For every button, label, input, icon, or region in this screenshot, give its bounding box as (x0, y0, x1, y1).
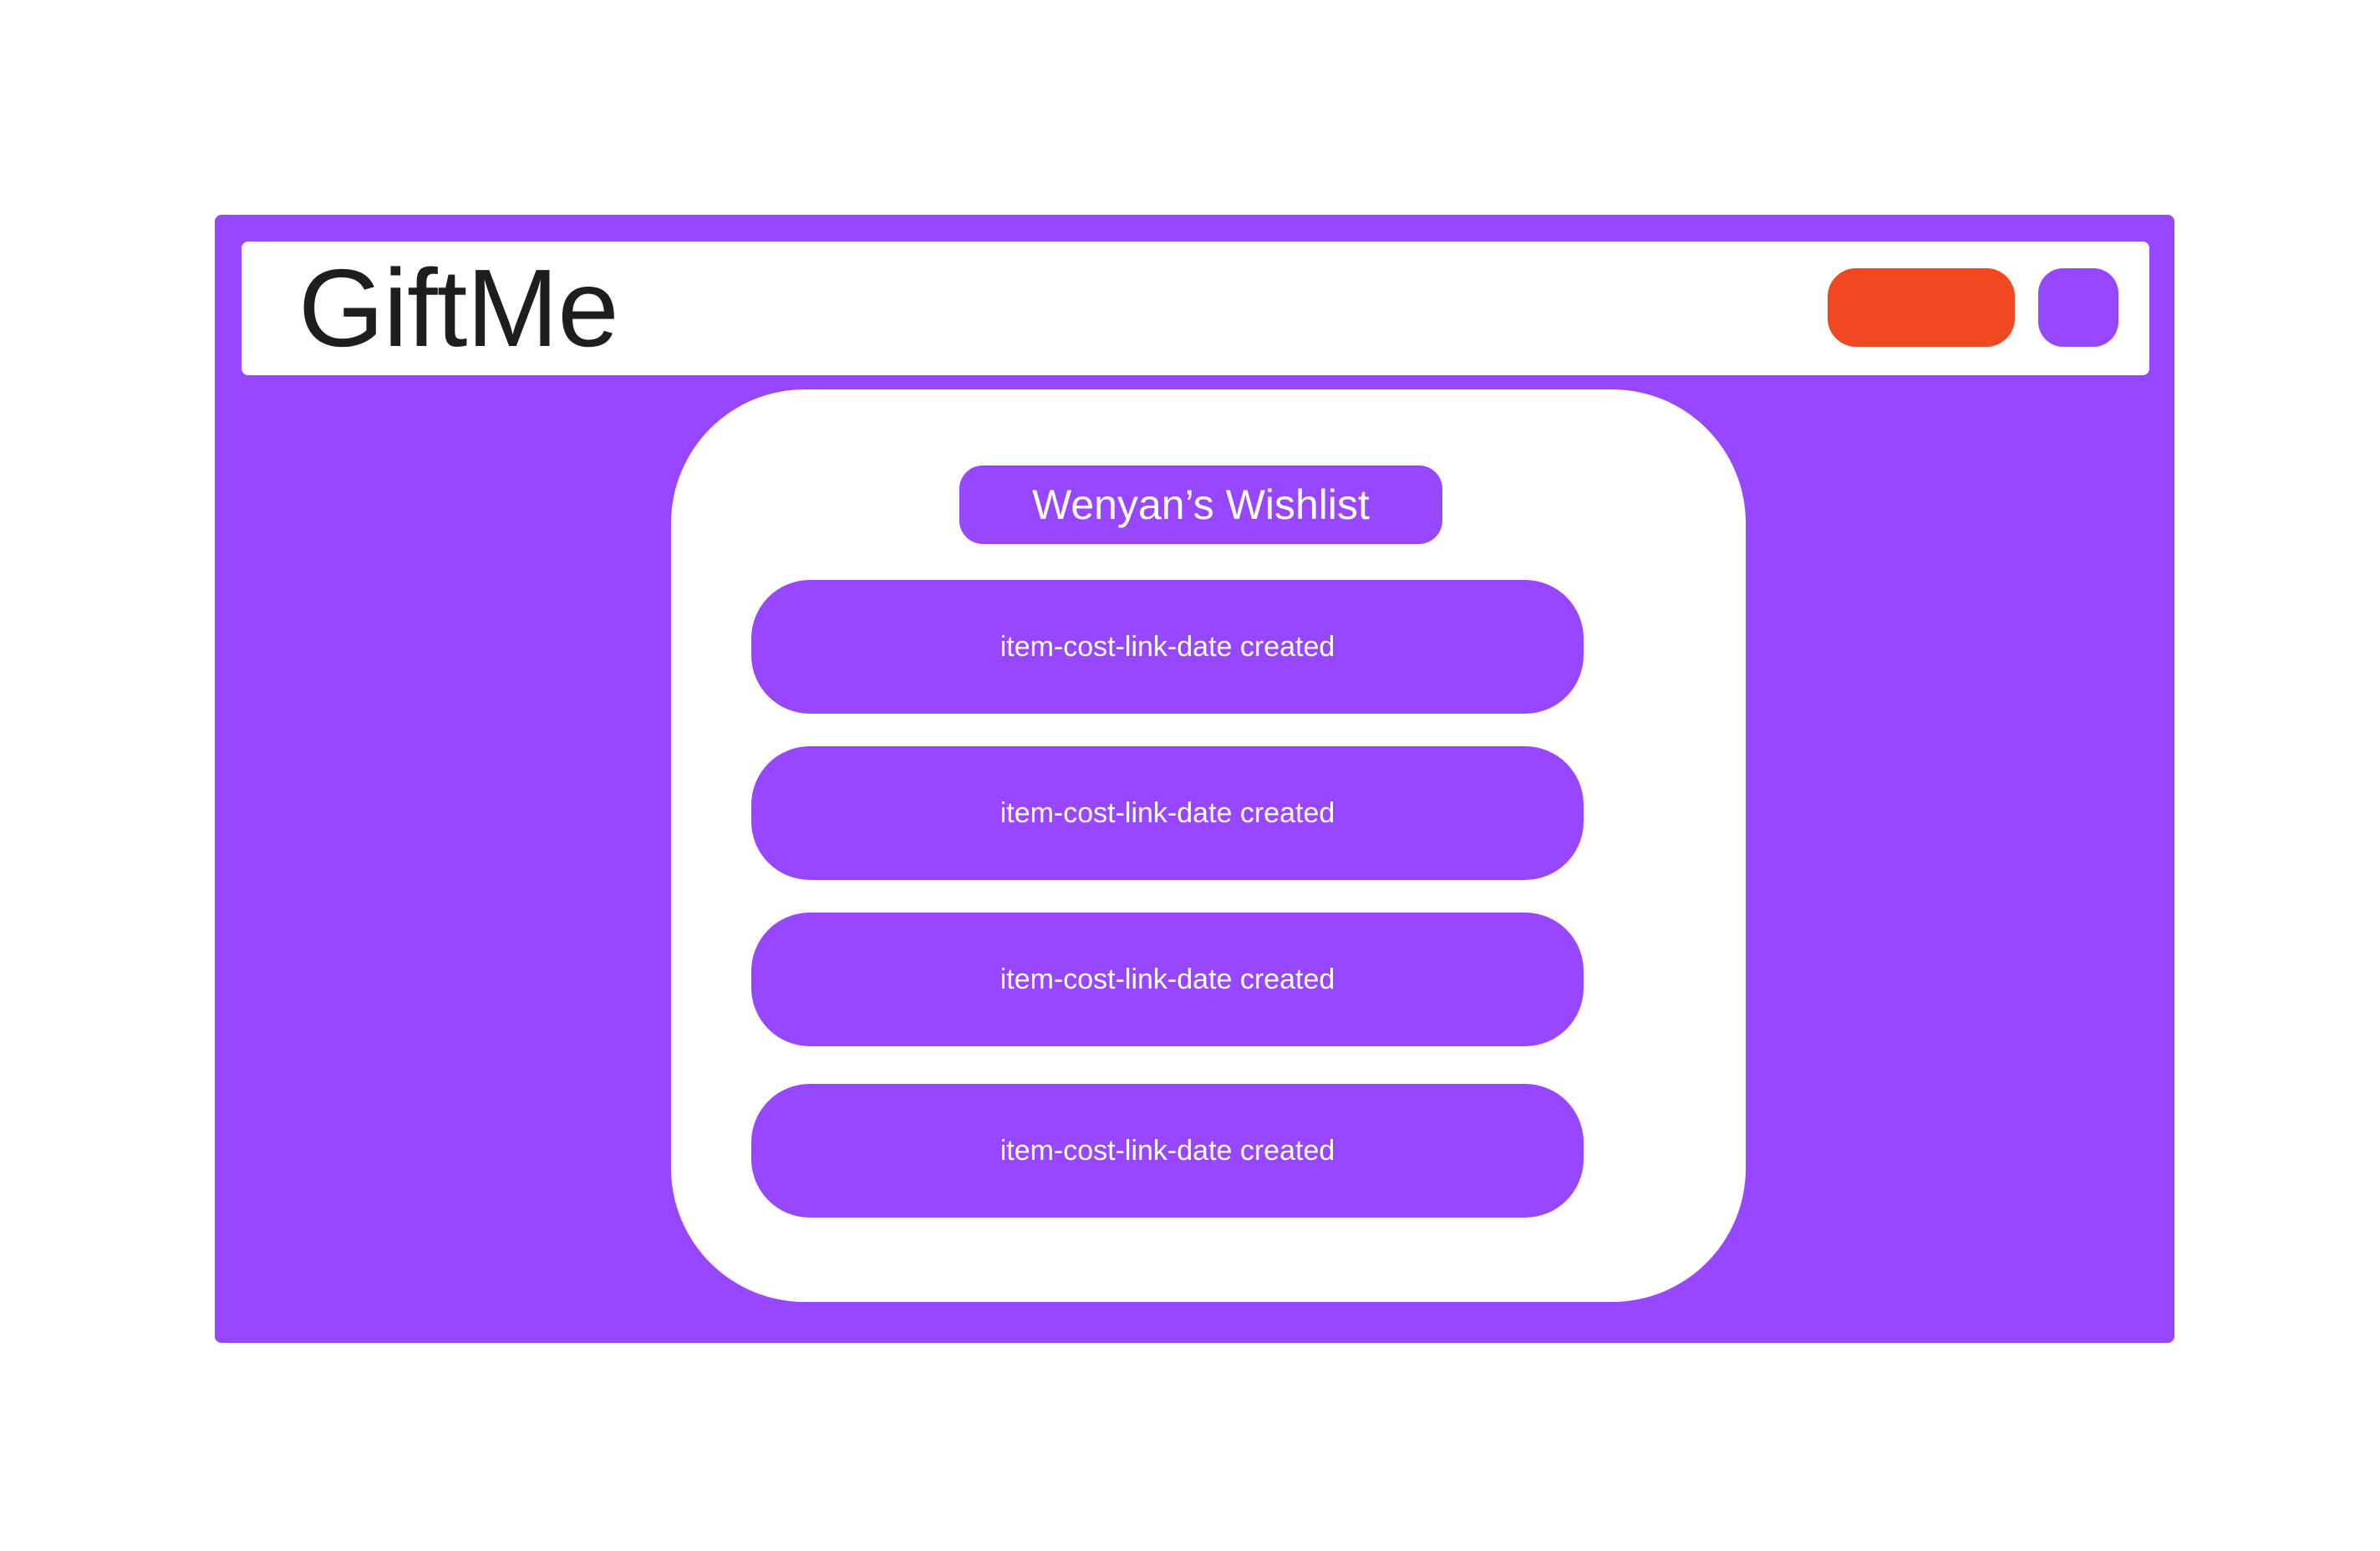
top-bar: GiftMe (242, 242, 2149, 375)
wishlist-title: Wenyan’s Wishlist (959, 465, 1442, 544)
app-logo[interactable]: GiftMe (298, 242, 619, 375)
wishlist-card: Wenyan’s Wishlist item-cost-link-date cr… (671, 389, 1746, 1302)
wishlist-item[interactable]: item-cost-link-date created (751, 913, 1584, 1046)
wishlist-item[interactable]: item-cost-link-date created (751, 1084, 1584, 1218)
wishlist-item[interactable]: item-cost-link-date created (751, 746, 1584, 880)
primary-action-button[interactable] (1828, 268, 2015, 347)
wishlist-item[interactable]: item-cost-link-date created (751, 580, 1584, 714)
profile-button[interactable] (2038, 268, 2118, 347)
app-window: GiftMe Wenyan’s Wishlist item-cost-link-… (215, 215, 2174, 1343)
